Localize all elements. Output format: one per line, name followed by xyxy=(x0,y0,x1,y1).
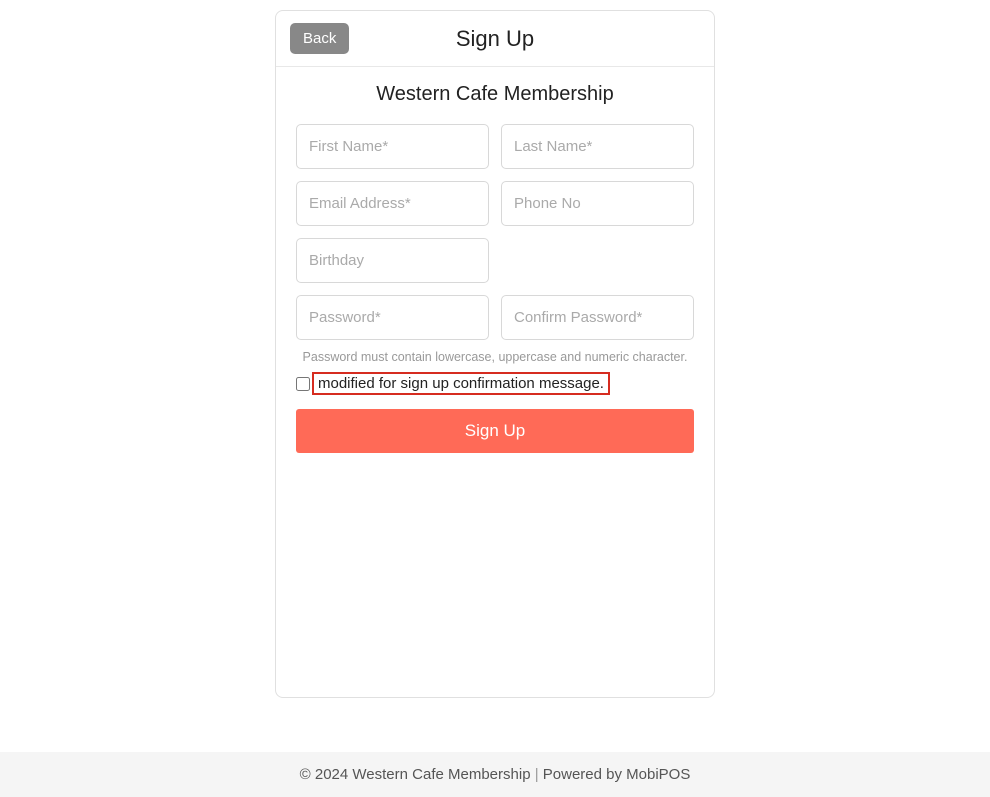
signup-card: Back Sign Up Western Cafe Membership xyxy=(275,10,715,698)
page-title: Sign Up xyxy=(456,26,534,52)
confirm-password-input[interactable] xyxy=(501,295,694,340)
consent-row: modified for sign up confirmation messag… xyxy=(296,372,694,395)
last-name-input[interactable] xyxy=(501,124,694,169)
footer-poweredby-link[interactable]: MobiPOS xyxy=(626,766,690,783)
membership-title: Western Cafe Membership xyxy=(296,83,694,106)
card-body: Western Cafe Membership xyxy=(276,67,714,697)
email-input[interactable] xyxy=(296,181,489,226)
password-input[interactable] xyxy=(296,295,489,340)
copyright-prefix: © 2024 xyxy=(300,766,353,783)
password-hint: Password must contain lowercase, upperca… xyxy=(296,350,694,364)
consent-label: modified for sign up confirmation messag… xyxy=(312,372,610,395)
powered-by-prefix: Powered by xyxy=(543,766,626,783)
card-header: Back Sign Up xyxy=(276,11,714,67)
phone-input[interactable] xyxy=(501,181,694,226)
birthday-input[interactable] xyxy=(296,238,489,283)
consent-checkbox[interactable] xyxy=(296,377,310,391)
footer-separator: | xyxy=(531,766,543,783)
signup-button[interactable]: Sign Up xyxy=(296,409,694,453)
footer-site-link[interactable]: Western Cafe Membership xyxy=(352,766,530,783)
name-row xyxy=(296,124,694,169)
password-row xyxy=(296,295,694,340)
birthday-row xyxy=(296,238,694,283)
first-name-input[interactable] xyxy=(296,124,489,169)
back-button[interactable]: Back xyxy=(290,23,349,54)
footer: © 2024 Western Cafe Membership | Powered… xyxy=(0,752,990,797)
contact-row xyxy=(296,181,694,226)
